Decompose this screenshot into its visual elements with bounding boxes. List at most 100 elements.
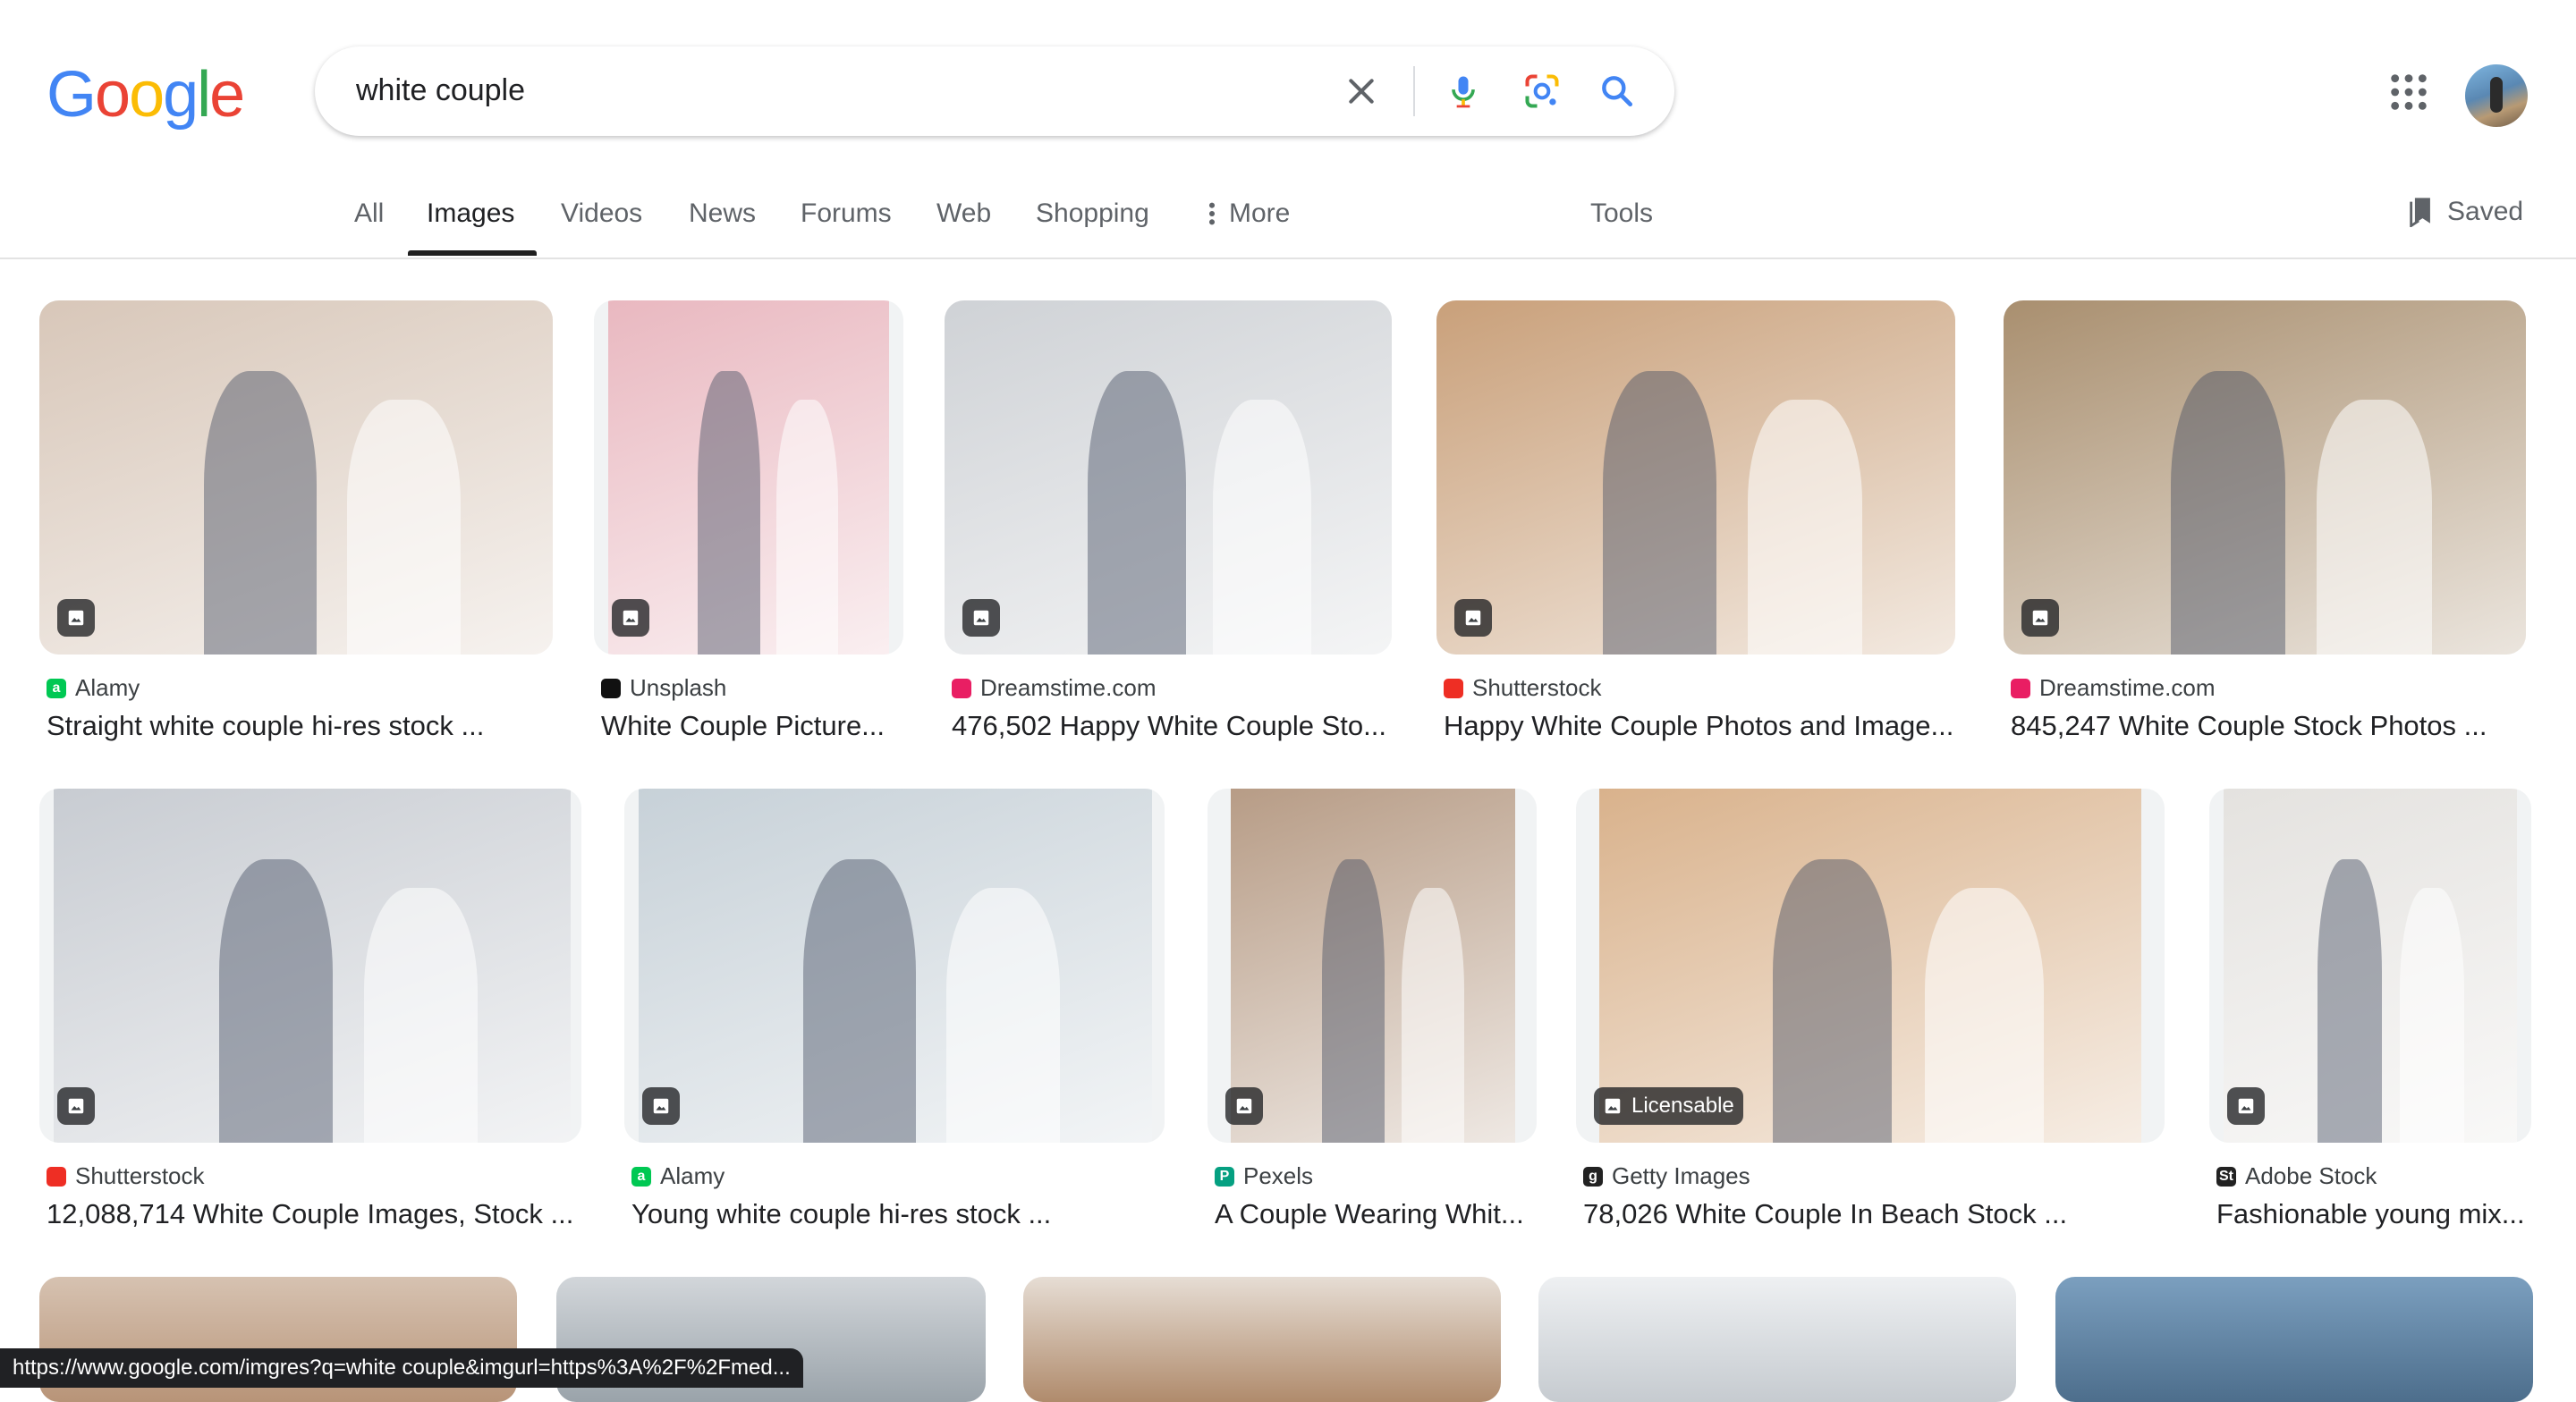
image-result-card[interactable]: Dreamstime.com 476,502 Happy White Couple…: [945, 300, 1392, 762]
result-thumbnail[interactable]: [2055, 1277, 2533, 1402]
person-figure: [2317, 859, 2383, 1143]
result-thumbnail[interactable]: [945, 300, 1392, 655]
result-thumbnail[interactable]: [1538, 1277, 2016, 1402]
image-result-card[interactable]: P Pexels A Couple Wearing Whit...: [1208, 789, 1537, 1250]
tab-forums[interactable]: Forums: [801, 198, 892, 229]
person-figure: [1772, 859, 1893, 1143]
result-source[interactable]: St Adobe Stock: [2216, 1162, 2377, 1190]
source-name: Alamy: [660, 1162, 725, 1189]
google-logo[interactable]: Google: [47, 59, 245, 131]
search-divider: [1413, 66, 1415, 116]
result-thumbnail[interactable]: [624, 789, 1165, 1143]
result-title[interactable]: 78,026 White Couple In Beach Stock ...: [1583, 1198, 2067, 1230]
search-icon[interactable]: [1596, 70, 1639, 113]
microphone-icon[interactable]: [1442, 70, 1485, 113]
tab-more[interactable]: More: [1208, 198, 1290, 229]
result-image: [2004, 300, 2526, 655]
source-name: Shutterstock: [75, 1162, 205, 1189]
image-icon: [973, 610, 989, 626]
person-figure: [218, 859, 334, 1143]
result-title[interactable]: 476,502 Happy White Couple Sto...: [952, 710, 1386, 742]
result-source[interactable]: Dreamstime.com: [2011, 674, 2215, 702]
result-source[interactable]: P Pexels: [1215, 1162, 1313, 1190]
clear-icon[interactable]: [1340, 70, 1383, 113]
result-title[interactable]: A Couple Wearing Whit...: [1215, 1198, 1524, 1230]
lens-camera-icon[interactable]: [1521, 70, 1563, 113]
header-divider: [0, 258, 2576, 259]
result-source[interactable]: Unsplash: [601, 674, 726, 702]
tab-news[interactable]: News: [689, 198, 756, 229]
result-thumbnail[interactable]: [1436, 300, 1955, 655]
tab-web[interactable]: Web: [936, 198, 991, 229]
site-favicon-icon: a: [631, 1166, 651, 1187]
image-result-card[interactable]: Unsplash White Couple Picture...: [594, 300, 903, 762]
account-avatar[interactable]: [2465, 64, 2528, 127]
saved-button[interactable]: Saved: [2408, 197, 2523, 227]
site-favicon-icon: [952, 678, 971, 698]
image-result-card[interactable]: a Alamy Young white couple hi-res stock ..…: [624, 789, 1165, 1250]
result-thumbnail[interactable]: [2004, 300, 2526, 655]
result-title[interactable]: Straight white couple hi-res stock ...: [47, 710, 484, 742]
source-name: Pexels: [1243, 1162, 1314, 1189]
saved-label: Saved: [2447, 197, 2524, 226]
person-figure: [363, 887, 478, 1143]
result-title[interactable]: Happy White Couple Photos and Image...: [1444, 710, 1953, 742]
source-name: Alamy: [75, 674, 140, 701]
image-icon: [623, 610, 639, 626]
search-input[interactable]: white couple: [356, 73, 525, 108]
result-source[interactable]: Shutterstock: [1444, 674, 1602, 702]
result-thumbnail[interactable]: [39, 300, 553, 655]
result-title[interactable]: Young white couple hi-res stock ...: [631, 1198, 1051, 1230]
result-source[interactable]: g Getty Images: [1583, 1162, 1750, 1190]
result-source[interactable]: a Alamy: [631, 1162, 724, 1190]
result-thumbnail[interactable]: [2209, 789, 2531, 1143]
logo-letter: g: [163, 59, 199, 131]
result-thumbnail[interactable]: [594, 300, 903, 655]
person-figure: [698, 371, 760, 655]
image-badge: [1454, 599, 1492, 637]
tab-tools[interactable]: Tools: [1590, 198, 1653, 229]
result-title[interactable]: 845,247 White Couple Stock Photos ...: [2011, 710, 2487, 742]
licensable-label: Licensable: [1631, 1094, 1734, 1118]
image-result-card[interactable]: a Alamy Straight white couple hi-res stock…: [39, 300, 553, 762]
image-result-card[interactable]: Dreamstime.com 845,247 White Couple Stock…: [2004, 300, 2526, 762]
person-figure: [802, 859, 916, 1143]
tab-shopping[interactable]: Shopping: [1036, 198, 1149, 229]
image-result-card[interactable]: Shutterstock Happy White Couple Photos an…: [1436, 300, 1955, 762]
source-name: Adobe Stock: [2245, 1162, 2377, 1189]
tab-videos[interactable]: Videos: [561, 198, 642, 229]
source-name: Dreamstime.com: [2039, 674, 2216, 701]
result-source[interactable]: Dreamstime.com: [952, 674, 1156, 702]
result-image: [1231, 789, 1515, 1143]
result-source[interactable]: a Alamy: [47, 674, 140, 702]
tab-all[interactable]: All: [354, 198, 384, 229]
person-figure: [776, 399, 839, 655]
result-thumbnail[interactable]: [39, 789, 581, 1143]
result-title[interactable]: 12,088,714 White Couple Images, Stock ..…: [47, 1198, 573, 1230]
image-badge: [642, 1087, 680, 1125]
site-favicon-icon: a: [47, 678, 66, 698]
result-thumbnail[interactable]: Licensable: [1576, 789, 2165, 1143]
site-favicon-icon: [47, 1166, 66, 1187]
result-thumbnail[interactable]: [1208, 789, 1537, 1143]
image-icon: [2238, 1098, 2254, 1114]
person-figure: [946, 887, 1060, 1143]
image-result-card[interactable]: St Adobe Stock Fashionable young mix...: [2209, 789, 2531, 1250]
apps-grid-icon[interactable]: [2388, 72, 2429, 113]
tab-images[interactable]: Images: [427, 198, 514, 229]
result-title[interactable]: White Couple Picture...: [601, 710, 885, 742]
image-badge: [1225, 1087, 1263, 1125]
site-favicon-icon: St: [2216, 1166, 2236, 1187]
tab-more-label: More: [1229, 198, 1291, 228]
logo-letter: o: [95, 59, 131, 131]
result-title[interactable]: Fashionable young mix...: [2216, 1198, 2525, 1230]
image-result-card[interactable]: Licensable g Getty Images 78,026 White Coup…: [1576, 789, 2165, 1250]
logo-letter: o: [129, 59, 165, 131]
result-thumbnail[interactable]: [1023, 1277, 1501, 1402]
result-image: [54, 789, 571, 1143]
result-source[interactable]: Shutterstock: [47, 1162, 205, 1190]
source-name: Shutterstock: [1472, 674, 1602, 701]
image-badge: Licensable: [1594, 1087, 1743, 1125]
search-box[interactable]: white couple: [315, 46, 1674, 136]
image-result-card[interactable]: Shutterstock 12,088,714 White Couple Imag…: [39, 789, 581, 1250]
